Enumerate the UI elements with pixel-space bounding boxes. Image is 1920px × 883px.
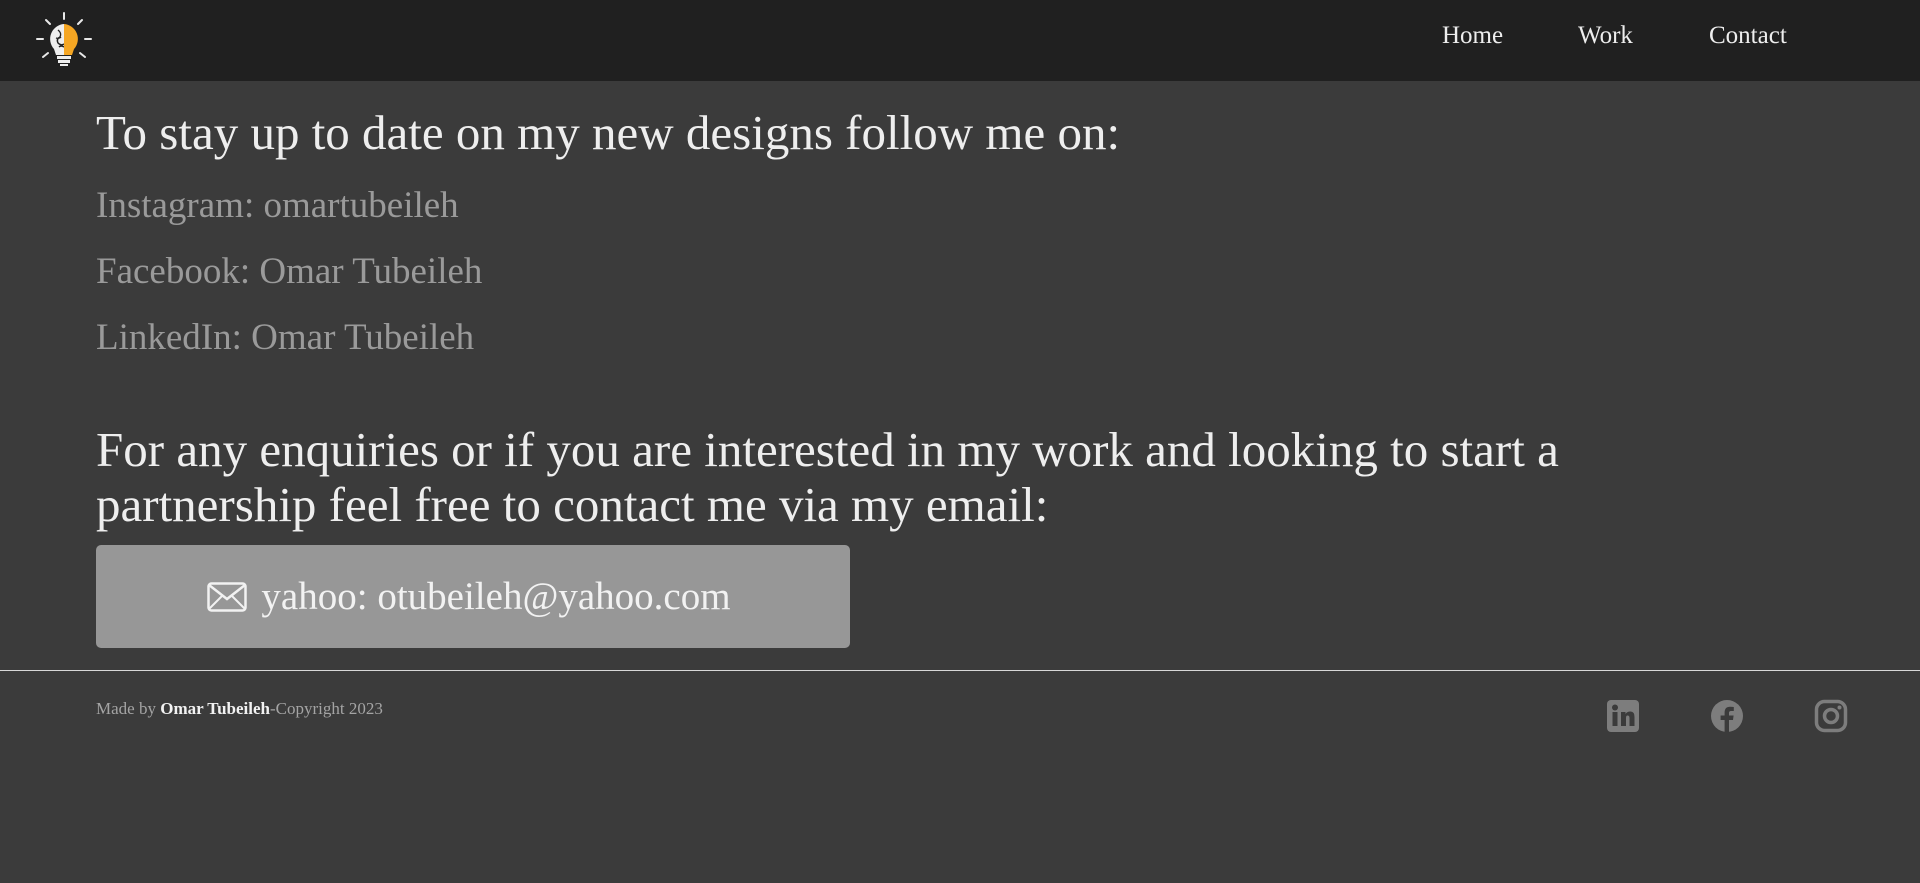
social-linkedin-text: LinkedIn: Omar Tubeileh [96,317,475,358]
nav-link-home[interactable]: Home [1442,22,1503,50]
instagram-icon[interactable] [1814,699,1848,733]
linkedin-icon[interactable] [1606,699,1640,733]
lightbulb-brain-logo-icon[interactable] [34,12,94,68]
footer-made-by: Made by [96,699,161,718]
footer-credit: Made by Omar Tubeileh-Copyright 2023 [96,699,383,719]
email-button-label: yahoo: otubeileh@yahoo.com [261,575,731,618]
footer-author: Omar Tubeileh [160,699,270,718]
follow-heading: To stay up to date on my new designs fol… [96,105,1121,160]
footer-copyright: -Copyright 2023 [269,699,383,718]
facebook-icon[interactable] [1710,699,1744,733]
social-instagram-text: Instagram: omartubeileh [96,185,459,226]
enquiry-heading: For any enquiries or if you are interest… [96,422,1559,532]
social-facebook-text: Facebook: Omar Tubeileh [96,251,483,292]
nav-link-contact[interactable]: Contact [1709,22,1787,50]
nav-link-work[interactable]: Work [1578,22,1633,50]
footer-divider [0,670,1920,671]
top-navbar: Home Work Contact [0,0,1920,81]
email-button[interactable]: yahoo: otubeileh@yahoo.com [96,545,850,648]
envelope-icon [207,581,248,612]
